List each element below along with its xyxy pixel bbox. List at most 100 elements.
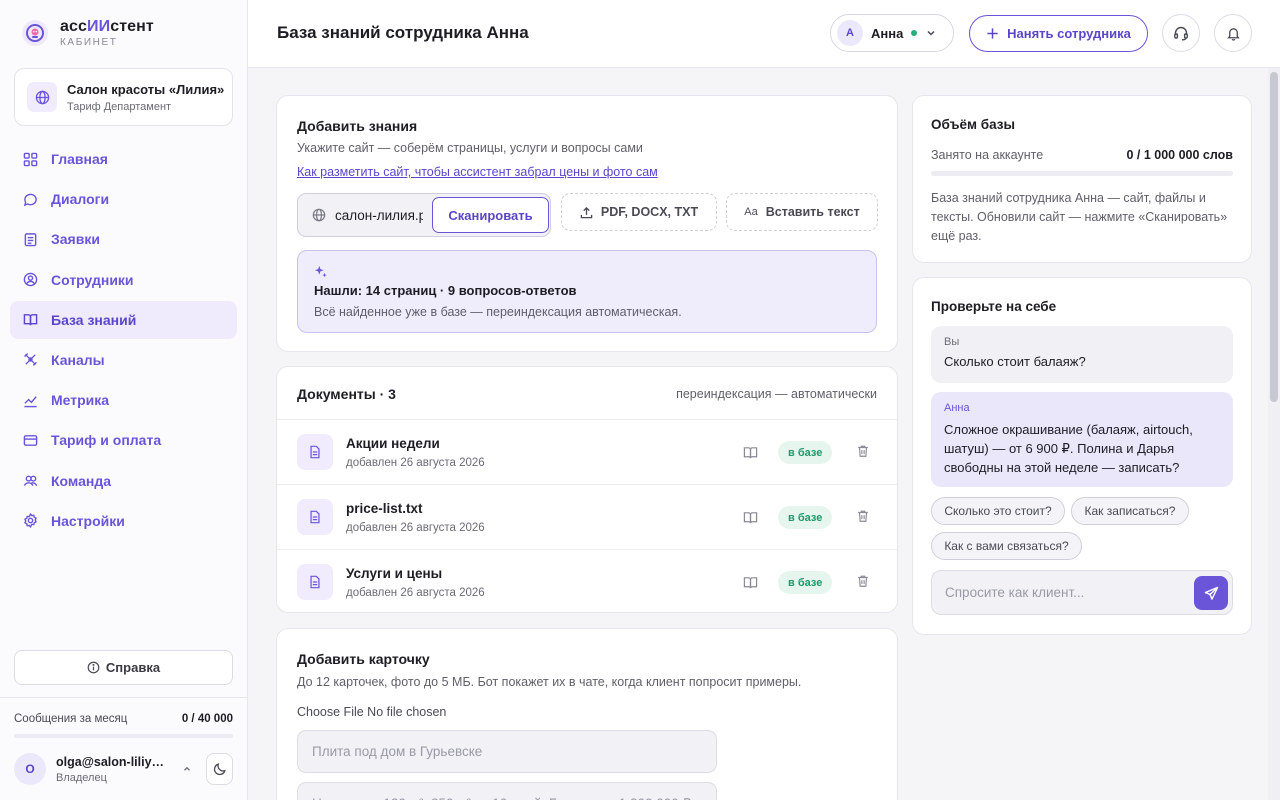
satellite-icon (24, 353, 37, 367)
add-knowledge-subtitle: Укажите сайт — соберём страницы, услуги … (297, 141, 643, 155)
add-card-subtitle: До 12 карточек, фото до 5 МБ. Бот покаже… (297, 675, 802, 689)
trash-icon[interactable] (856, 444, 870, 458)
add-knowledge-title: Добавить знания (297, 118, 418, 134)
site-url-field[interactable]: салон-лилия.рф Сканировать (297, 193, 551, 237)
sidebar-item-team[interactable]: Команда (10, 462, 237, 500)
message-usage: Сообщения за месяц 0 / 40 000 (14, 713, 233, 725)
volume-progress-bar (931, 171, 1233, 176)
page-scrollbar[interactable] (1268, 68, 1280, 800)
user-menu: O olga@salon-liliya.ru Владелец (14, 751, 233, 787)
sidebar-item-label: Главная (51, 151, 108, 167)
scan-result-banner: Нашли: 14 страниц · 9 вопросов-ответов В… (297, 250, 877, 333)
upload-file-button[interactable]: PDF, DOCX, TXT (561, 193, 717, 231)
sidebar-item-label: Каналы (51, 351, 105, 368)
status-badge: в базе (778, 506, 833, 529)
document-name: Услуги и цены (346, 566, 443, 581)
help-button[interactable]: Справка (14, 650, 233, 685)
org-switcher[interactable]: Салон красоты «Лилия» Тариф Департамент (14, 68, 233, 126)
paste-text-button[interactable]: Aa Вставить текст (726, 193, 878, 231)
chat-input[interactable] (932, 571, 1190, 614)
brand-subtitle: КАБИНЕТ (60, 37, 118, 48)
document-name: price-list.txt (346, 501, 423, 516)
scan-result-title: Нашли: 14 страниц · 9 вопросов-ответов (314, 283, 577, 298)
table-row[interactable]: price-list.txt добавлен 26 августа 2026 … (277, 484, 897, 549)
card-description-input[interactable] (297, 782, 717, 800)
employee-select[interactable]: А Анна (830, 14, 954, 52)
sidebar-item-requests[interactable]: Заявки (10, 220, 237, 258)
grid-icon (23, 152, 38, 166)
hire-label: Нанять сотрудника (1007, 26, 1131, 41)
avatar[interactable]: O (14, 753, 46, 785)
employee-name: Анна (871, 25, 904, 41)
support-button[interactable] (1162, 14, 1200, 52)
sidebar-item-dialogs[interactable]: Диалоги (10, 180, 237, 218)
sidebar-item-metrics[interactable]: Метрика (10, 381, 237, 419)
sidebar-item-label: Метрика (51, 392, 110, 409)
info-icon (87, 661, 100, 674)
sidebar-nav: Главная Диалоги Заявки Сотрудники База з… (10, 140, 237, 542)
book-open-icon[interactable] (743, 510, 758, 525)
user-message-text: Сколько стоит балаяж? (944, 354, 1086, 369)
table-row[interactable]: Услуги и цены добавлен 26 августа 2026 в… (277, 549, 897, 612)
sidebar-item-employees[interactable]: Сотрудники (10, 261, 237, 299)
quick-reply-chip[interactable]: Как записаться? (1071, 497, 1189, 525)
reindex-note: переиндексация — автоматически (676, 387, 877, 401)
trash-icon[interactable] (856, 574, 870, 588)
sidebar-item-settings[interactable]: Настройки (10, 502, 237, 540)
scan-button[interactable]: Сканировать (432, 197, 549, 233)
scrollbar-thumb[interactable] (1270, 72, 1278, 402)
brand-name: ассИИстент (60, 18, 154, 35)
document-icon (297, 499, 333, 535)
theme-toggle-button[interactable] (206, 753, 233, 785)
file-picker[interactable]: Choose File No file chosen (297, 705, 446, 719)
document-date: добавлен 26 августа 2026 (346, 457, 485, 469)
sidebar-item-billing[interactable]: Тариф и оплата (10, 421, 237, 459)
headset-icon (1174, 26, 1188, 41)
notifications-button[interactable] (1214, 14, 1252, 52)
trash-icon[interactable] (856, 509, 870, 523)
chevron-down-icon (927, 30, 935, 36)
hire-employee-button[interactable]: Нанять сотрудника (969, 15, 1148, 52)
quick-reply-chip[interactable]: Как с вами связаться? (931, 532, 1082, 560)
upload-icon (580, 206, 593, 218)
brand[interactable]: ассИИстент КАБИНЕТ (22, 18, 154, 48)
globe-icon (312, 208, 326, 222)
knowledge-volume-card: Объём базы Занято на аккаунте 0 / 1 000 … (912, 95, 1252, 263)
add-card-title: Добавить карточку (297, 651, 430, 667)
chevron-up-icon[interactable] (182, 763, 192, 775)
sidebar-item-label: Команда (51, 472, 111, 489)
sparkles-icon (314, 265, 327, 278)
paste-label: Вставить текст (765, 205, 860, 219)
upload-label: PDF, DOCX, TXT (600, 205, 699, 219)
document-icon (297, 564, 333, 600)
table-row[interactable]: Акции недели добавлен 26 августа 2026 в … (277, 419, 897, 484)
book-icon (23, 314, 38, 326)
card-title-input[interactable] (297, 730, 717, 773)
user-info[interactable]: olga@salon-liliya.ru Владелец (56, 755, 168, 784)
sidebar-item-knowledge-base[interactable]: База знаний (10, 300, 237, 339)
employee-avatar: А (837, 20, 863, 46)
status-badge: в базе (778, 441, 833, 464)
user-message: Вы Сколько стоит балаяж? (931, 326, 1233, 383)
brand-logo-icon (22, 20, 48, 46)
help-label: Справка (105, 660, 161, 675)
org-plan: Тариф Департамент (67, 100, 172, 113)
markup-guide-link[interactable]: Как разметить сайт, чтобы ассистент забр… (297, 165, 658, 179)
sidebar-item-label: Настройки (51, 512, 125, 529)
org-name: Салон красоты «Лилия» (67, 81, 225, 97)
quick-reply-chip[interactable]: Сколько это стоит? (931, 497, 1065, 525)
sidebar-item-label: База знаний (51, 311, 137, 328)
bot-message-text: Сложное окрашивание (балаяж, airtouch, ш… (944, 422, 1193, 475)
book-open-icon[interactable] (743, 575, 758, 590)
book-open-icon[interactable] (743, 445, 758, 460)
topbar: База знаний сотрудника Анна А Анна Нанят… (248, 0, 1280, 68)
documents-card: Документы · 3 переиндексация — автоматич… (276, 366, 898, 613)
bot-message: Анна Сложное окрашивание (балаяж, airtou… (931, 392, 1233, 487)
sidebar-item-home[interactable]: Главная (10, 140, 237, 178)
sidebar-item-channels[interactable]: Каналы (10, 341, 237, 379)
send-button[interactable] (1194, 576, 1228, 610)
sidebar-divider (0, 697, 247, 698)
bot-message-label: Анна (944, 402, 970, 414)
page-title: База знаний сотрудника Анна (277, 23, 529, 42)
user-circle-icon (23, 272, 38, 287)
